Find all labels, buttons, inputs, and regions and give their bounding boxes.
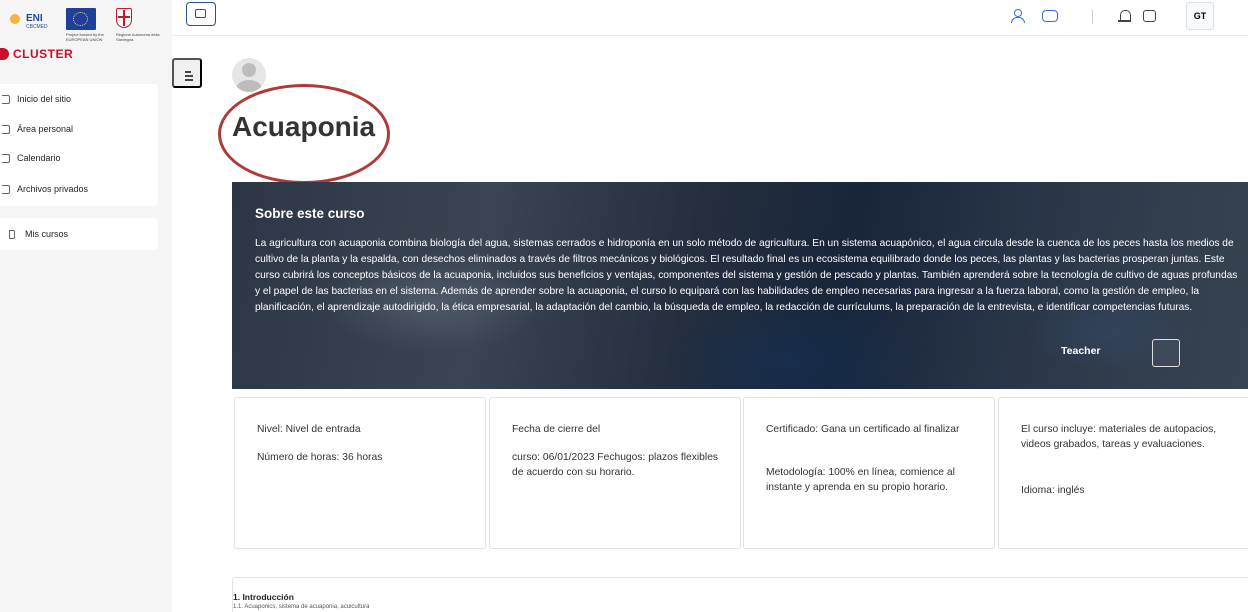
sidebar-item-label: Inicio del sitio [17,94,72,104]
info-card-certificate: Certificado: Gana un certificado al fina… [743,397,995,549]
course-hero-banner: Sobre este curso La agricultura con acua… [232,182,1248,389]
hero-heading: Sobre este curso [255,206,365,221]
card-text: Número de horas: 36 horas [257,452,383,463]
teacher-avatar[interactable] [1152,339,1180,367]
brand-name: CLUSTER [13,47,74,61]
sidebar-item-home[interactable]: Inicio del sitio [0,89,158,109]
info-card-level: Nivel: Nivel de entrada Número de horas:… [234,397,486,549]
sidebar-item-label: Archivos privados [17,184,89,194]
top-navbar: GT [172,0,1248,36]
primary-nav: Inicio del sitio Área personal Calendari… [0,84,158,206]
sidebar-item-dashboard[interactable]: Área personal [0,119,158,139]
messages-icon[interactable] [1142,9,1158,23]
courses-nav: Mis cursos [0,218,158,250]
dashboard-icon [2,124,10,134]
eu-logo-caption: Project funded by the EUROPEAN UNION [66,32,104,42]
teacher-label: Teacher [1061,345,1101,357]
course-description: La agricultura con acuaponia combina bio… [255,238,1238,313]
sidebar-item-my-courses[interactable]: Mis cursos [0,224,158,244]
course-avatar [232,58,266,92]
info-card-includes: El curso incluye: materiales de autopaci… [998,397,1248,549]
highlight-annotation [218,84,390,184]
site-brand[interactable]: CLUSTER [0,46,73,62]
crest-logo-caption: Regione Autonoma della Sardegna [116,32,160,42]
card-text: Idioma: inglés [1021,485,1085,496]
sidebar-icon [195,9,206,18]
card-text: Fecha de cierre del [512,424,601,435]
card-text: Metodología: 100% en línea, comience al … [766,467,955,493]
eu-flag-icon [66,8,96,30]
course-index-toggle[interactable] [172,58,202,88]
list-icon [185,71,191,73]
users-icon[interactable] [1010,9,1026,23]
user-menu-button[interactable]: GT [1186,2,1214,30]
sidebar-item-label: Calendario [17,153,61,163]
drawer-toggle-button[interactable] [186,2,216,26]
left-drawer: ENI CBCMED Project funded by the EUROPEA… [0,0,172,612]
sidebar-item-label: Área personal [17,124,74,134]
bell-icon[interactable] [1118,9,1134,23]
brand-icon [0,48,9,60]
chat-icon[interactable] [1042,9,1058,23]
card-text: curso: 06/01/2023 Fechugos: plazos flexi… [512,452,719,478]
section-subtitle[interactable]: 1.1. Acuaponics, sistema de acuaponia, a… [233,604,369,610]
calendar-icon [2,153,10,163]
file-icon [2,184,10,194]
card-text: Certificado: Gana un certificado al fina… [766,424,960,435]
course-section [232,577,1248,612]
home-icon [2,94,10,104]
card-text: El curso incluye: materiales de autopaci… [1021,424,1217,450]
eni-logo-subtext: CBCMED [26,24,48,30]
info-card-dates: Fecha de cierre del curso: 06/01/2023 Fe… [489,397,741,549]
sidebar-item-private-files[interactable]: Archivos privados [0,179,158,199]
sidebar-item-label: Mis cursos [25,229,69,239]
sun-icon [10,14,20,24]
sidebar-item-calendar[interactable]: Calendario [0,148,158,168]
navbar-divider [1092,10,1093,24]
course-icon [9,229,15,239]
eni-logo: ENI CBCMED [10,10,62,40]
eni-logo-text: ENI [26,13,43,24]
section-title[interactable]: 1. Introducción [233,592,294,602]
crest-icon [116,8,132,28]
app-window: ENI CBCMED Project funded by the EUROPEA… [0,0,1248,612]
partner-logos: ENI CBCMED Project funded by the EUROPEA… [10,8,170,48]
card-text: Nivel: Nivel de entrada [257,424,361,435]
